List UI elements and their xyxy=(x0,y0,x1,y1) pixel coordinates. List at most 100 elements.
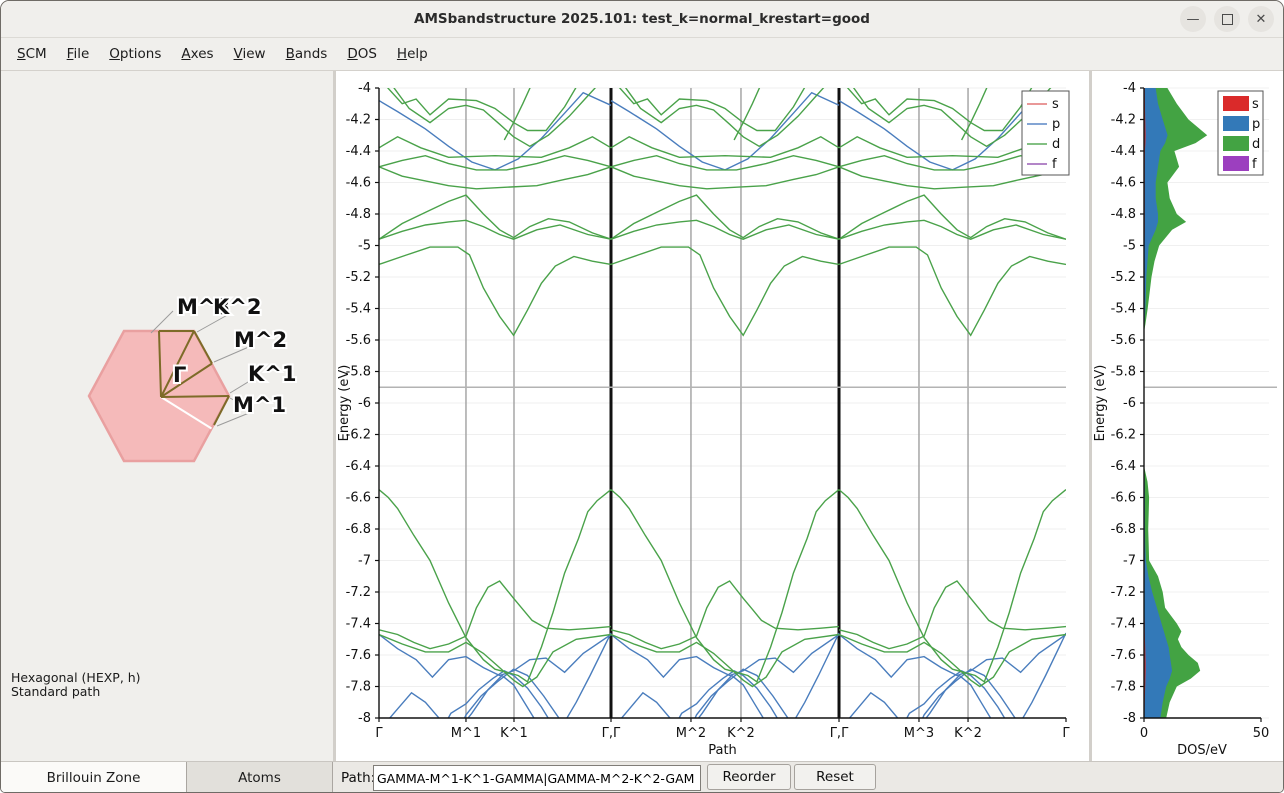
menu-item-bands[interactable]: Bands xyxy=(276,42,338,66)
path-label: Path: xyxy=(341,770,375,786)
y-axis-title: Energy (eV) xyxy=(1093,365,1108,442)
band-line-d xyxy=(379,156,611,170)
y-tick-label: -4.6 xyxy=(1111,176,1136,191)
brillouin-zone-drawing[interactable]: M^3K^2M^2ΓK^1M^1 xyxy=(1,71,333,761)
y-tick-label: -7.8 xyxy=(1111,680,1136,695)
legend-swatch-s xyxy=(1223,96,1249,111)
menu-item-help[interactable]: Help xyxy=(387,42,438,66)
tab-atoms[interactable]: Atoms xyxy=(187,762,333,793)
y-tick-label: -7 xyxy=(1123,554,1136,569)
y-tick-label: -4.4 xyxy=(1111,144,1136,159)
x-tick-label: Γ,Γ xyxy=(602,726,621,741)
y-tick-label: -7 xyxy=(358,554,371,569)
x-tick-label: M^2 xyxy=(676,726,706,741)
y-tick-label: -7.8 xyxy=(346,680,371,695)
window-title: AMSbandstructure 2025.101: test_k=normal… xyxy=(414,11,870,27)
x-axis-title: Path xyxy=(708,743,737,758)
menu-bar: SCMFileOptionsAxesViewBandsDOSHelp xyxy=(1,38,1283,71)
menu-item-options[interactable]: Options xyxy=(99,42,171,66)
band-line-p xyxy=(839,635,1066,678)
y-tick-label: -7.6 xyxy=(346,648,371,663)
x-tick-label: K^1 xyxy=(500,726,528,741)
y-tick-label: -4.4 xyxy=(346,144,371,159)
menu-item-view[interactable]: View xyxy=(224,42,276,66)
x-tick-label: 0 xyxy=(1140,726,1148,741)
lattice-type-text: Hexagonal (HEXP, h) xyxy=(11,671,141,685)
y-tick-label: -4 xyxy=(358,81,371,96)
y-tick-label: -8 xyxy=(358,711,371,726)
x-tick-label: 50 xyxy=(1253,726,1270,741)
band-structure-panel: -4-4.2-4.4-4.6-4.8-5-5.2-5.4-5.6-5.8-6-6… xyxy=(336,71,1089,761)
bz-label-k2-overlap: K^2 xyxy=(213,295,261,319)
y-tick-label: -5.6 xyxy=(1111,333,1136,348)
maximize-icon xyxy=(1222,14,1233,25)
y-tick-label: -6.8 xyxy=(346,522,371,537)
band-line-d xyxy=(379,247,611,335)
band-line-p xyxy=(839,633,1066,739)
y-tick-label: -7.4 xyxy=(346,617,371,632)
y-tick-label: -7.2 xyxy=(1111,585,1136,600)
legend-swatch-p xyxy=(1223,116,1249,131)
legend-label-s: s xyxy=(1052,97,1059,112)
bz-label-k1: K^1 xyxy=(248,362,296,386)
band-line-d xyxy=(379,137,611,158)
reset-button[interactable]: Reset xyxy=(794,764,876,790)
y-tick-label: -6 xyxy=(1123,396,1136,411)
band-line-d xyxy=(839,581,1066,649)
close-button[interactable]: ✕ xyxy=(1248,6,1274,32)
reorder-button[interactable]: Reorder xyxy=(707,764,791,790)
band-line-p xyxy=(611,635,839,678)
band-line-d xyxy=(844,83,1035,130)
menu-item-file[interactable]: File xyxy=(57,42,100,66)
dos-plot[interactable]: -4-4.2-4.4-4.6-4.8-5-5.2-5.4-5.6-5.8-6-6… xyxy=(1092,71,1284,761)
band-line-d xyxy=(839,247,1066,335)
legend-label-d: d xyxy=(1252,137,1260,152)
y-tick-label: -6.4 xyxy=(1111,459,1136,474)
x-tick-label: Γ xyxy=(375,726,383,741)
menu-item-axes[interactable]: Axes xyxy=(171,42,223,66)
minimize-button[interactable]: — xyxy=(1180,6,1206,32)
menu-item-dos[interactable]: DOS xyxy=(337,42,387,66)
y-tick-label: -6 xyxy=(358,396,371,411)
band-line-d xyxy=(611,247,839,335)
menu-item-scm[interactable]: SCM xyxy=(7,42,57,66)
band-line-d xyxy=(962,83,989,140)
band-line-d xyxy=(622,83,827,146)
x-tick-label: M^3 xyxy=(904,726,934,741)
legend-swatch-f xyxy=(1223,156,1249,171)
legend-label-f: f xyxy=(1252,157,1257,172)
y-tick-label: -4.8 xyxy=(346,207,371,222)
x-tick-label: Γ xyxy=(1062,726,1070,741)
bz-label-gamma: Γ xyxy=(173,363,186,387)
band-lines xyxy=(379,83,1066,738)
x-tick-label: K^2 xyxy=(954,726,982,741)
y-tick-label: -5.2 xyxy=(346,270,371,285)
tab-brillouin-zone[interactable]: Brillouin Zone xyxy=(1,762,187,793)
y-tick-label: -5.4 xyxy=(1111,302,1136,317)
y-tick-label: -7.4 xyxy=(1111,617,1136,632)
maximize-button[interactable] xyxy=(1214,6,1240,32)
title-bar: AMSbandstructure 2025.101: test_k=normal… xyxy=(1,1,1283,38)
legend-swatch-d xyxy=(1223,136,1249,151)
legend-label-p: p xyxy=(1052,117,1060,132)
dos-panel: -4-4.2-4.4-4.6-4.8-5-5.2-5.4-5.6-5.8-6-6… xyxy=(1092,71,1284,761)
y-tick-label: -5 xyxy=(1123,239,1136,254)
band-line-d xyxy=(839,220,1066,239)
y-tick-label: -4 xyxy=(1123,81,1136,96)
path-input[interactable] xyxy=(373,765,701,791)
x-tick-label: Γ,Γ xyxy=(830,726,849,741)
x-tick-label: M^1 xyxy=(451,726,481,741)
y-tick-label: -4.8 xyxy=(1111,207,1136,222)
lattice-caption: Hexagonal (HEXP, h) Standard path xyxy=(11,671,141,699)
band-line-d xyxy=(611,490,839,682)
y-tick-label: -4.2 xyxy=(1111,113,1136,128)
y-tick-label: -6.6 xyxy=(1111,491,1136,506)
band-line-d xyxy=(616,83,808,130)
bottom-bar: Brillouin Zone Atoms Path: Reorder Reset xyxy=(1,761,1283,793)
y-tick-label: -6.4 xyxy=(346,459,371,474)
band-structure-plot[interactable]: -4-4.2-4.4-4.6-4.8-5-5.2-5.4-5.6-5.8-6-6… xyxy=(336,71,1089,761)
tab-brillouin-zone-label: Brillouin Zone xyxy=(47,770,141,786)
band-line-d xyxy=(611,220,839,239)
band-line-d xyxy=(391,83,600,146)
brillouin-zone-panel: M^3K^2M^2ΓK^1M^1 Hexagonal (HEXP, h) Sta… xyxy=(1,71,333,761)
